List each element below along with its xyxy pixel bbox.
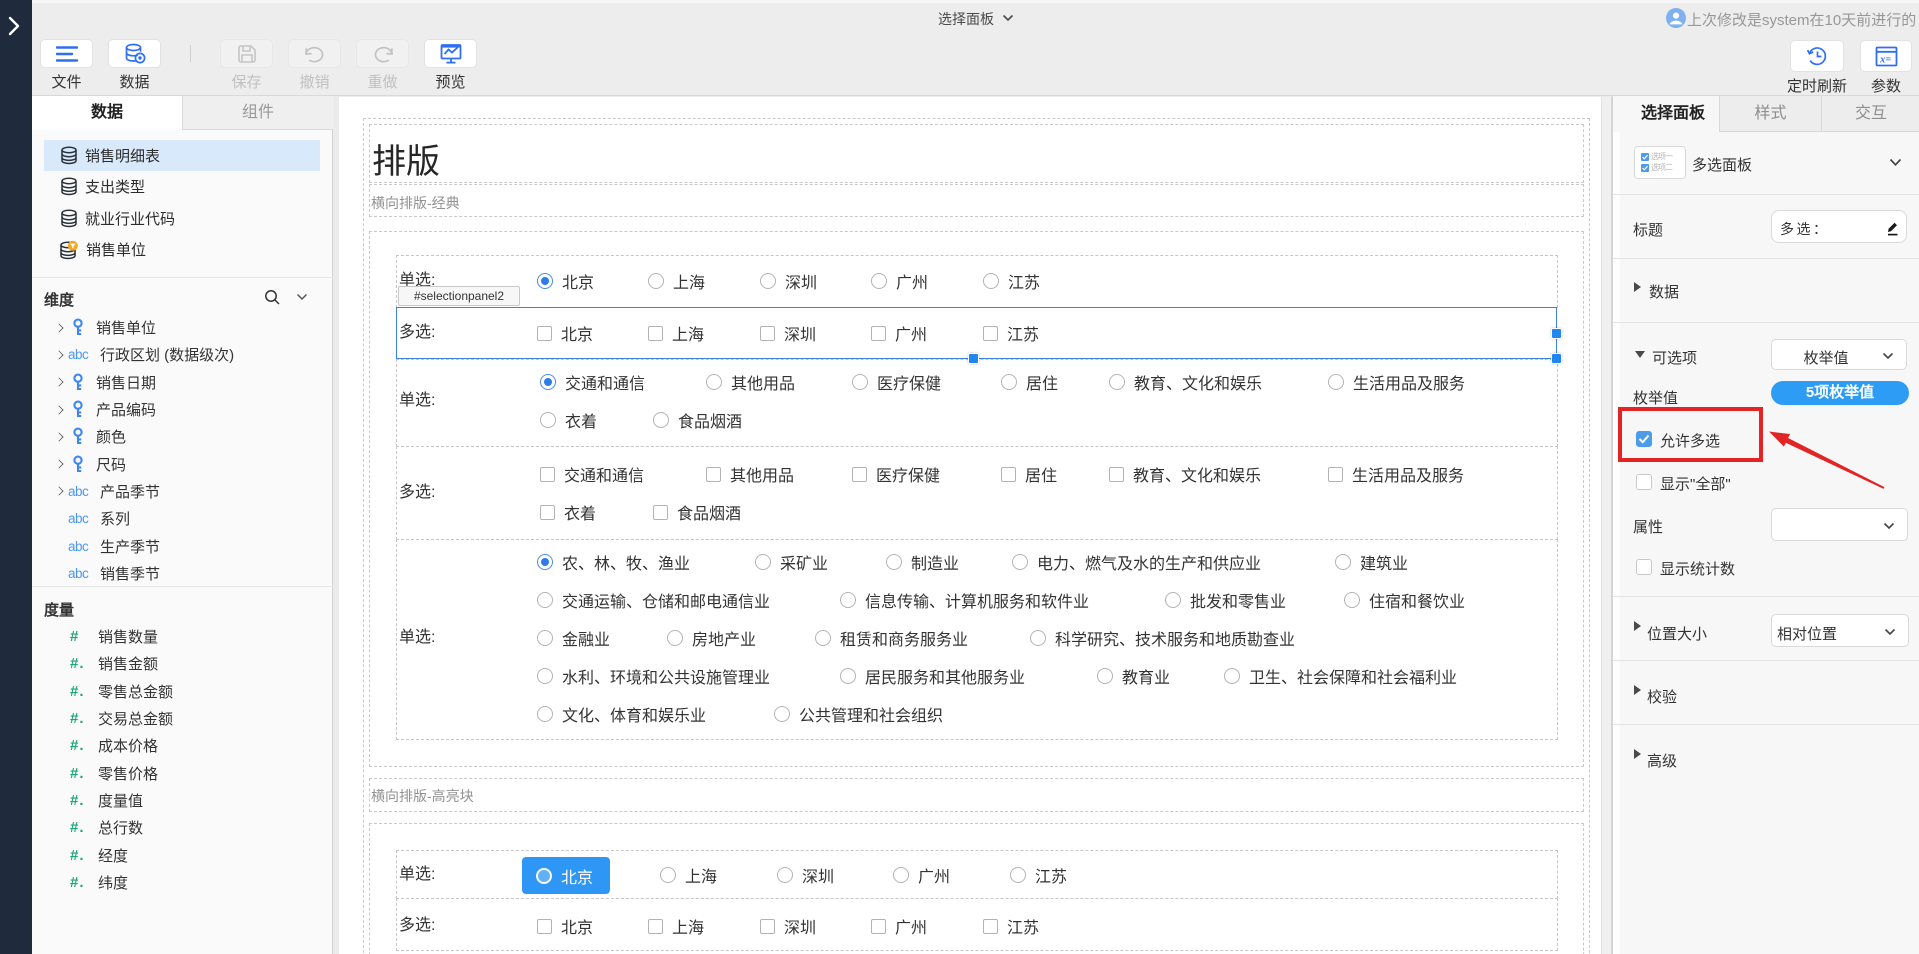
- svg-text:x=: x=: [1879, 54, 1891, 65]
